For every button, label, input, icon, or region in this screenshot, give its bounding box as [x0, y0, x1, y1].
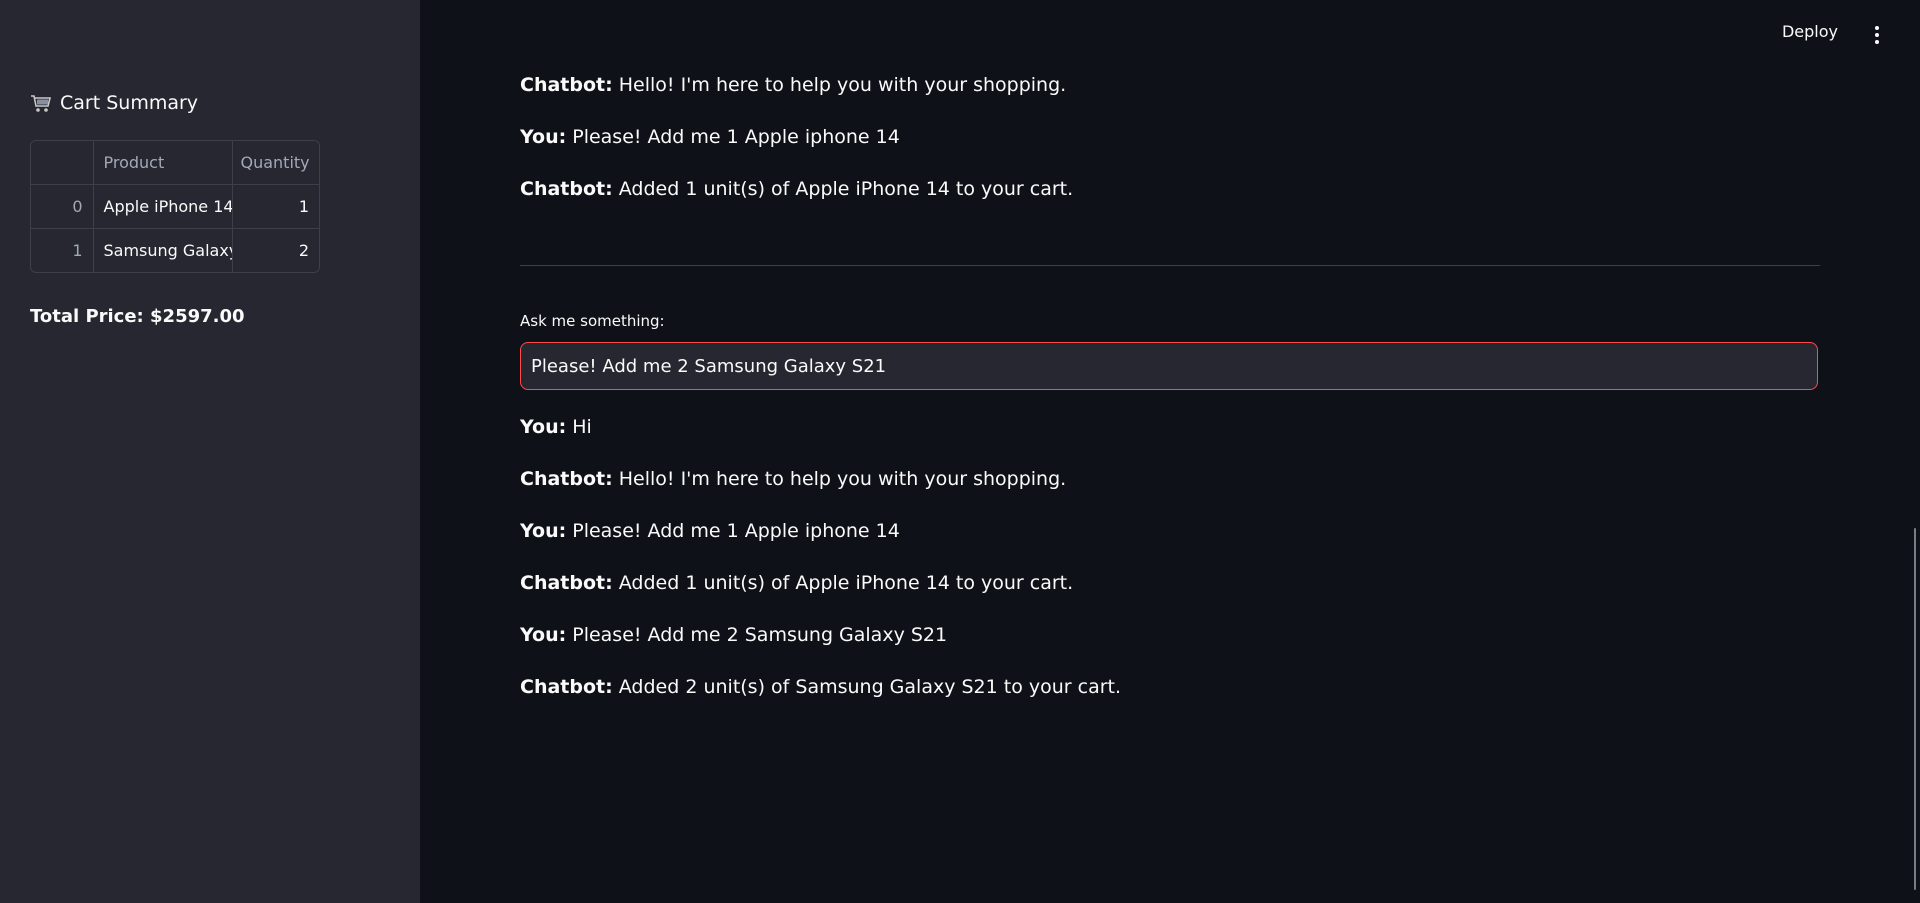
message-text: Please! Add me 1 Apple iphone 14	[566, 520, 900, 542]
chat-message: You: Please! Add me 2 Samsung Galaxy S21	[520, 624, 947, 646]
cart-summary-title: Cart Summary	[60, 92, 199, 114]
divider	[520, 265, 1820, 266]
message-text: Hello! I'm here to help you with your sh…	[612, 74, 1067, 96]
chat-message: You: Hi	[520, 416, 592, 438]
app-root: Cart Summary Product Quantity 0 Apple iP…	[0, 0, 1920, 903]
message-text: Please! Add me 1 Apple iphone 14	[566, 126, 900, 148]
chat-message: Chatbot: Added 2 unit(s) of Samsung Gala…	[520, 676, 1121, 698]
message-speaker: You:	[520, 624, 567, 646]
row-index[interactable]: 0	[31, 184, 94, 229]
column-header-product[interactable]: Product	[93, 141, 233, 185]
chat-message: Chatbot: Added 1 unit(s) of Apple iPhone…	[520, 178, 1073, 200]
message-text: Hi	[566, 416, 592, 438]
cart-summary-header: Cart Summary	[30, 92, 198, 114]
table-row: 0 Apple iPhone 14 1	[31, 184, 319, 229]
chat-message: Chatbot: Added 1 unit(s) of Apple iPhone…	[520, 572, 1073, 594]
shopping-cart-icon	[30, 92, 52, 114]
message-speaker: Chatbot:	[520, 572, 613, 594]
chat-message: You: Please! Add me 1 Apple iphone 14	[520, 126, 900, 148]
message-speaker: You:	[520, 126, 567, 148]
column-header-quantity[interactable]: Quantity	[232, 141, 319, 185]
row-index[interactable]: 1	[31, 228, 94, 272]
chat-input[interactable]	[521, 343, 1817, 389]
message-text: Please! Add me 2 Samsung Galaxy S21	[566, 624, 948, 646]
chat-input-container[interactable]	[520, 342, 1818, 390]
total-price: Total Price: $2597.00	[30, 306, 245, 327]
message-text: Added 1 unit(s) of Apple iPhone 14 to yo…	[612, 572, 1074, 594]
message-speaker: Chatbot:	[520, 468, 613, 490]
scrollbar-thumb[interactable]	[1914, 528, 1916, 890]
table-header-row: Product Quantity	[31, 141, 319, 185]
cart-table[interactable]: Product Quantity 0 Apple iPhone 14 1 1 S…	[30, 140, 320, 273]
chat-message: You: Please! Add me 1 Apple iphone 14	[520, 520, 900, 542]
row-quantity[interactable]: 2	[232, 229, 319, 273]
chat-input-label: Ask me something:	[520, 312, 665, 330]
message-text: Added 1 unit(s) of Apple iPhone 14 to yo…	[612, 178, 1074, 200]
message-text: Hello! I'm here to help you with your sh…	[612, 468, 1067, 490]
column-header-index[interactable]	[31, 141, 94, 185]
scrollbar[interactable]	[1906, 0, 1920, 903]
row-product[interactable]: Apple iPhone 14	[93, 184, 233, 229]
table-row: 1 Samsung Galaxy S21 2	[31, 228, 319, 273]
row-quantity[interactable]: 1	[232, 184, 319, 229]
deploy-button[interactable]: Deploy	[1782, 22, 1838, 41]
message-speaker: Chatbot:	[520, 676, 613, 698]
message-speaker: You:	[520, 416, 567, 438]
message-speaker: You:	[520, 520, 567, 542]
chat-message: Chatbot: Hello! I'm here to help you wit…	[520, 468, 1066, 490]
message-speaker: Chatbot:	[520, 74, 613, 96]
more-options-icon[interactable]	[1874, 26, 1880, 44]
message-speaker: Chatbot:	[520, 178, 613, 200]
chat-message: Chatbot: Hello! I'm here to help you wit…	[520, 74, 1066, 96]
sidebar: Cart Summary Product Quantity 0 Apple iP…	[0, 0, 420, 903]
row-product[interactable]: Samsung Galaxy S21	[93, 228, 233, 272]
message-text: Added 2 unit(s) of Samsung Galaxy S21 to…	[612, 676, 1122, 698]
